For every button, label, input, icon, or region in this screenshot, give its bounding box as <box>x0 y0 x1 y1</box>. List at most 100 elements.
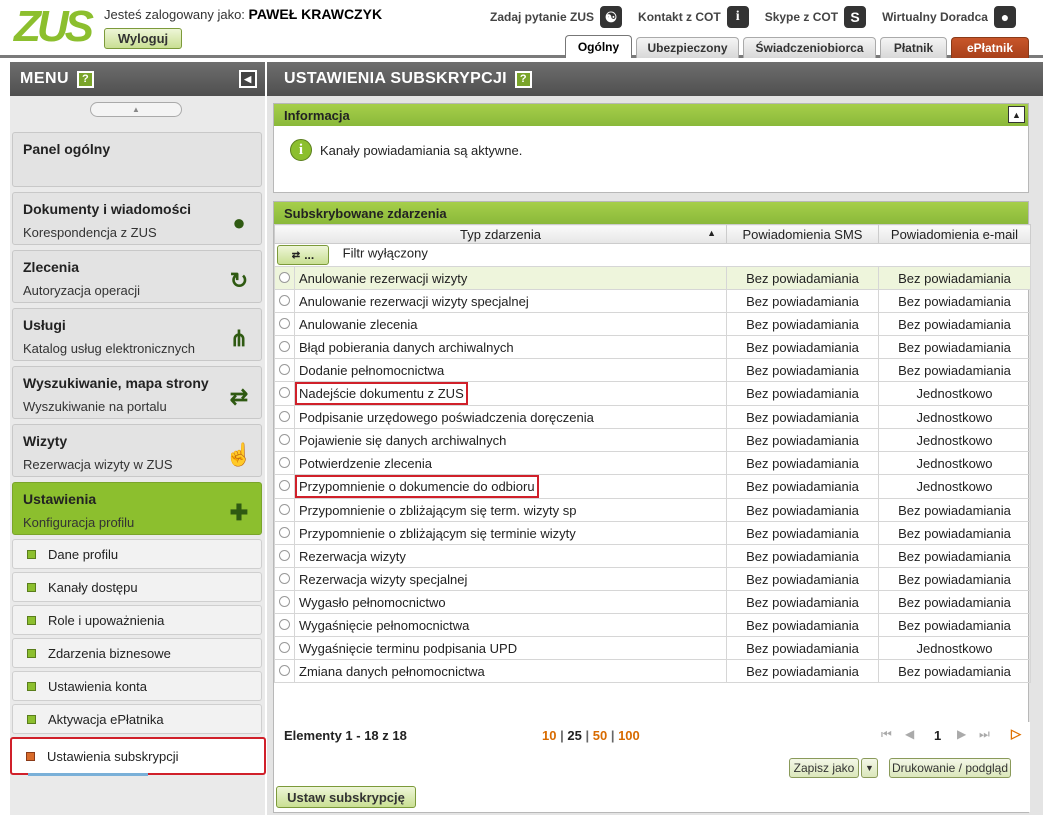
table-row[interactable]: Nadejście dokumentu z ZUS Bez powiadamian… <box>274 381 1031 406</box>
tab-eplatnik[interactable]: ePłatnik <box>951 37 1029 58</box>
page-end-icon[interactable]: ▷ <box>1011 726 1021 742</box>
sidebar-subitem-ustawienia-konta[interactable]: Ustawienia konta <box>12 671 262 701</box>
row-radio[interactable] <box>274 498 295 522</box>
last-page-icon[interactable]: ⏭ <box>979 727 990 742</box>
nav-item-wyszukiwanie[interactable]: Wyszukiwanie, mapa strony Wyszukiwanie n… <box>12 366 262 419</box>
radio-button[interactable] <box>279 618 290 630</box>
radio-button[interactable] <box>279 572 290 584</box>
radio-button[interactable] <box>279 549 290 561</box>
row-radio[interactable] <box>274 474 295 499</box>
col-email[interactable]: Powiadomienia e-mail <box>878 224 1031 244</box>
table-row[interactable]: Anulowanie rezerwacji wizyty specjalnej B… <box>274 289 1031 313</box>
radio-button[interactable] <box>279 595 290 607</box>
save-as-dropdown-icon[interactable]: ▼ <box>861 758 878 778</box>
row-radio[interactable] <box>274 451 295 475</box>
sidebar-subitem-role[interactable]: Role i upoważnienia <box>12 605 262 635</box>
radio-button[interactable] <box>279 480 290 491</box>
radio-button[interactable] <box>279 456 290 468</box>
row-radio[interactable] <box>274 312 295 336</box>
tab-swiadczeniobiorca[interactable]: Świadczeniobiorca <box>743 37 876 58</box>
tab-ubezpieczony[interactable]: Ubezpieczony <box>636 37 739 58</box>
radio-button[interactable] <box>279 317 290 329</box>
radio-button[interactable] <box>279 410 290 422</box>
row-radio[interactable] <box>274 266 295 290</box>
row-radio[interactable] <box>274 428 295 452</box>
sidebar-subitem-aktywacja[interactable]: Aktywacja ePłatnika <box>12 704 262 734</box>
table-row[interactable]: Pojawienie się danych archiwalnych Bez po… <box>274 428 1031 452</box>
ask-zus-link[interactable]: Zadaj pytanie ZUS ☯ <box>490 6 623 28</box>
tab-ogolny[interactable]: Ogólny <box>565 35 632 58</box>
filter-button[interactable]: ⇄ ... <box>277 245 329 265</box>
table-row[interactable]: Potwierdzenie zlecenia Bez powiadamiania J… <box>274 451 1031 475</box>
virtual-advisor-link[interactable]: Wirtualny Doradca ● <box>882 6 1016 28</box>
table-row[interactable]: Anulowanie rezerwacji wizyty Bez powiadam… <box>274 266 1031 290</box>
next-page-icon[interactable]: ▶ <box>957 727 966 741</box>
radio-button[interactable] <box>279 433 290 445</box>
radio-button[interactable] <box>279 641 290 653</box>
radio-button[interactable] <box>279 271 290 283</box>
collapse-menu-icon[interactable]: ◀ <box>239 70 257 88</box>
set-subscription-button[interactable]: Ustaw subskrypcję <box>276 786 416 808</box>
col-sms[interactable]: Powiadomienia SMS <box>726 224 879 244</box>
skype-cot-link[interactable]: Skype z COT S <box>765 6 867 28</box>
radio-button[interactable] <box>279 294 290 306</box>
sidebar-subitem-dane-profilu[interactable]: Dane profilu <box>12 539 262 569</box>
nav-item-wizyty[interactable]: Wizyty Rezerwacja wizyty w ZUS ☝ <box>12 424 262 477</box>
row-radio[interactable] <box>274 289 295 313</box>
radio-button[interactable] <box>279 387 290 398</box>
sidebar-subitem-subskrypcje[interactable]: Ustawienia subskrypcji <box>10 737 266 776</box>
row-radio[interactable] <box>274 567 295 591</box>
table-row[interactable]: Przypomnienie o zbliżającym się terminie… <box>274 521 1031 545</box>
radio-button[interactable] <box>279 363 290 375</box>
collapse-panel-icon[interactable]: ▲ <box>1008 106 1025 123</box>
col-event-type[interactable]: Typ zdarzenia ▲ <box>274 224 727 244</box>
nav-item-ustawienia[interactable]: Ustawienia Konfiguracja profilu ✚ <box>12 482 262 535</box>
row-radio[interactable] <box>274 636 295 660</box>
row-radio[interactable] <box>274 613 295 637</box>
first-page-icon[interactable]: ⏮ <box>881 727 892 742</box>
page-size-25[interactable]: 25 <box>567 728 581 743</box>
radio-button[interactable] <box>279 503 290 515</box>
row-radio[interactable] <box>274 544 295 568</box>
row-radio[interactable] <box>274 405 295 429</box>
table-row[interactable]: Przypomnienie o dokumencie do odbioru Bez… <box>274 474 1031 499</box>
row-radio[interactable] <box>274 381 295 406</box>
table-row[interactable]: Anulowanie zlecenia Bez powiadamiania Bez … <box>274 312 1031 336</box>
row-radio[interactable] <box>274 358 295 382</box>
nav-item-panel-ogolny[interactable]: Panel ogólny <box>12 132 262 187</box>
radio-button[interactable] <box>279 340 290 352</box>
row-radio[interactable] <box>274 590 295 614</box>
page-size-10[interactable]: 10 <box>542 728 556 743</box>
menu-help-icon[interactable]: ? <box>77 70 95 88</box>
nav-item-zlecenia[interactable]: Zlecenia Autoryzacja operacji ↻ <box>12 250 262 303</box>
table-row[interactable]: Wygasło pełnomocnictwo Bez powiadamiania B… <box>274 590 1031 614</box>
table-row[interactable]: Wygaśnięcie terminu podpisania UPD Bez po… <box>274 636 1031 660</box>
table-row[interactable]: Rezerwacja wizyty specjalnej Bez powiadam… <box>274 567 1031 591</box>
prev-page-icon[interactable]: ◀ <box>905 727 914 741</box>
nav-item-uslugi[interactable]: Usługi Katalog usług elektronicznych ⋔ <box>12 308 262 361</box>
save-as-button[interactable]: Zapisz jako <box>789 758 859 778</box>
table-row[interactable]: Zmiana danych pełnomocnictwa Bez powiadam… <box>274 659 1031 683</box>
sidebar-subitem-zdarzenia[interactable]: Zdarzenia biznesowe <box>12 638 262 668</box>
row-radio[interactable] <box>274 521 295 545</box>
radio-button[interactable] <box>279 526 290 538</box>
table-row[interactable]: Podpisanie urzędowego poświadczenia dorę… <box>274 405 1031 429</box>
nav-item-dokumenty[interactable]: Dokumenty i wiadomości Korespondencja z … <box>12 192 262 245</box>
row-radio[interactable] <box>274 659 295 683</box>
radio-button[interactable] <box>279 664 290 676</box>
sidebar-subitem-kanaly-dostepu[interactable]: Kanały dostępu <box>12 572 262 602</box>
print-preview-button[interactable]: Drukowanie / podgląd <box>889 758 1011 778</box>
table-row[interactable]: Wygaśnięcie pełnomocnictwa Bez powiadamia… <box>274 613 1031 637</box>
row-radio[interactable] <box>274 335 295 359</box>
table-row[interactable]: Dodanie pełnomocnictwa Bez powiadamiania B… <box>274 358 1031 382</box>
contact-cot-link[interactable]: Kontakt z COT i <box>638 6 749 28</box>
zus-logo[interactable]: ZUS <box>14 4 94 50</box>
page-help-icon[interactable]: ? <box>514 70 532 88</box>
page-size-50[interactable]: 50 <box>593 728 607 743</box>
table-row[interactable]: Rezerwacja wizyty Bez powiadamiania Bez po… <box>274 544 1031 568</box>
page-size-100[interactable]: 100 <box>618 728 640 743</box>
table-row[interactable]: Błąd pobierania danych archiwalnych Bez p… <box>274 335 1031 359</box>
tab-platnik[interactable]: Płatnik <box>880 37 947 58</box>
scroll-up-button[interactable]: ▲ <box>90 102 182 117</box>
table-row[interactable]: Przypomnienie o zbliżającym się term. wi… <box>274 498 1031 522</box>
